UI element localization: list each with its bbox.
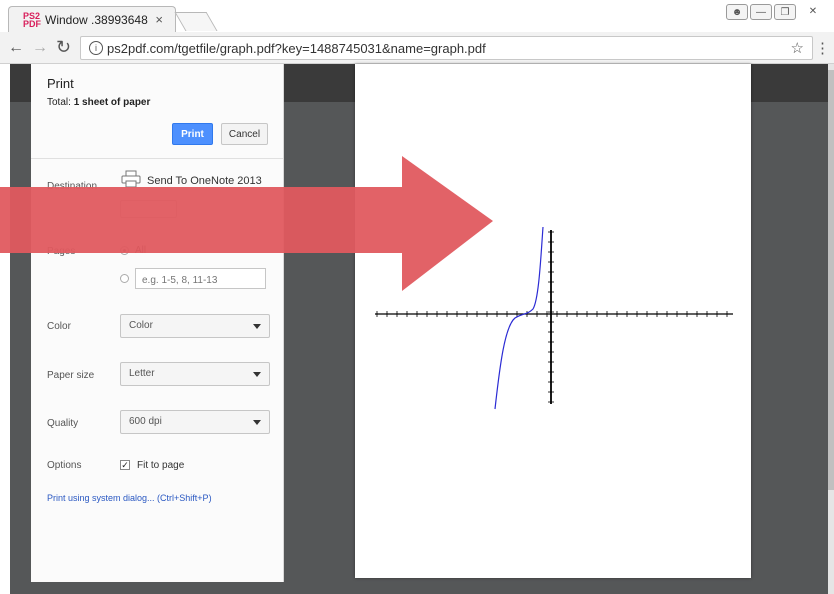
restore-icon[interactable]: ❐ xyxy=(774,4,796,20)
print-title: Print xyxy=(47,76,74,91)
scrollbar-thumb[interactable] xyxy=(828,70,834,490)
menu-icon[interactable]: ⋮ xyxy=(815,39,830,57)
star-icon[interactable]: ☆ xyxy=(791,39,804,57)
address-bar[interactable]: i ps2pdf.com/tgetfile/graph.pdf?key=1488… xyxy=(80,36,813,60)
fit-to-page-checkbox[interactable]: ✓ xyxy=(120,460,130,470)
y-axis xyxy=(548,230,554,404)
color-label: Color xyxy=(47,321,71,332)
fit-to-page-label: Fit to page xyxy=(137,460,185,471)
print-button[interactable]: Print xyxy=(172,123,213,145)
user-icon[interactable]: ☻ xyxy=(726,4,748,20)
reload-icon[interactable]: ↻ xyxy=(56,37,71,58)
window-controls: ☻ — ❐ ✕ xyxy=(726,4,828,20)
sheet-count: Total: 1 sheet of paper xyxy=(47,97,150,108)
total-prefix: Total: xyxy=(47,97,74,108)
cubic-curve xyxy=(494,226,544,410)
tab-close-icon[interactable]: × xyxy=(155,12,163,27)
url-text[interactable]: ps2pdf.com/tgetfile/graph.pdf?key=148874… xyxy=(107,41,486,56)
minimize-icon[interactable]: — xyxy=(750,4,772,20)
paper-size-select-value: Letter xyxy=(129,368,155,379)
forward-icon[interactable]: → xyxy=(32,39,48,57)
cancel-button[interactable]: Cancel xyxy=(221,123,268,145)
red-arrow-overlay xyxy=(0,156,493,291)
browser-toolbar: ← → ↻ i ps2pdf.com/tgetfile/graph.pdf?ke… xyxy=(0,32,834,64)
color-select[interactable]: Color xyxy=(120,314,270,338)
back-icon[interactable]: ← xyxy=(8,39,24,57)
dropdown-caret-icon xyxy=(253,324,261,329)
quality-select[interactable]: 600 dpi xyxy=(120,410,270,434)
options-label: Options xyxy=(47,460,82,471)
browser-tab[interactable]: PS2 PDF Window .38993648 × xyxy=(8,6,176,32)
close-window-icon[interactable]: ✕ xyxy=(798,4,828,20)
system-dialog-link[interactable]: Print using system dialog... (Ctrl+Shift… xyxy=(47,493,212,503)
print-settings-panel: Print Total: 1 sheet of paper Print Canc… xyxy=(31,64,284,582)
paper-size-label: Paper size xyxy=(47,370,95,381)
tab-title: Window .38993648 xyxy=(45,13,148,27)
print-preview-page xyxy=(355,64,751,578)
color-select-value: Color xyxy=(129,320,153,331)
info-icon[interactable]: i xyxy=(89,41,103,55)
paper-size-select[interactable]: Letter xyxy=(120,362,270,386)
function-graph xyxy=(375,226,733,410)
total-value: 1 sheet of paper xyxy=(73,97,151,108)
dropdown-caret-icon xyxy=(253,372,261,377)
new-tab-button[interactable] xyxy=(174,12,218,31)
quality-label: Quality xyxy=(47,418,79,429)
dropdown-caret-icon xyxy=(253,420,261,425)
tab-strip: PS2 PDF Window .38993648 × ☻ — ❐ ✕ xyxy=(0,0,834,32)
ps2pdf-favicon-icon: PS2 PDF xyxy=(23,11,41,29)
quality-select-value: 600 dpi xyxy=(129,416,162,427)
